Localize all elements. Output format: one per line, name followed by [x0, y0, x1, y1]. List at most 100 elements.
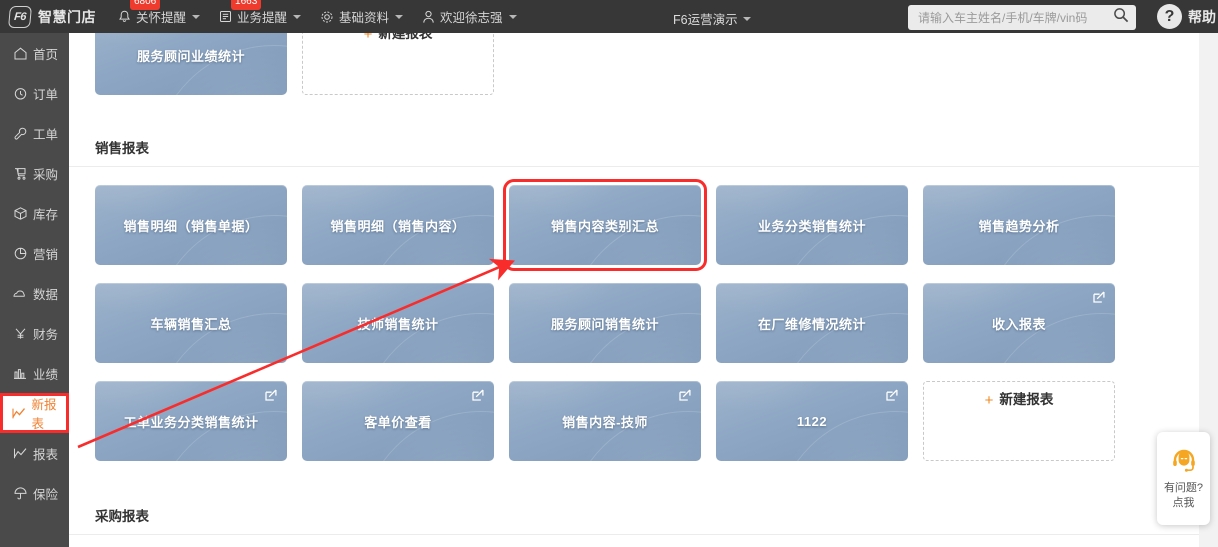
badge-count: 6806: [130, 0, 161, 10]
sidebar-item-finance[interactable]: 财务: [0, 313, 69, 353]
cart-icon: [11, 166, 29, 181]
edit-icon[interactable]: [471, 388, 485, 407]
edit-icon[interactable]: [678, 388, 692, 407]
card-label: 销售明细（销售内容）: [330, 218, 466, 234]
sidebar-item-insurance[interactable]: 保险: [0, 473, 69, 513]
card-label: 技师销售统计: [357, 316, 439, 332]
tenant-selector[interactable]: F6运营演示: [673, 9, 751, 28]
card-label: 服务顾问销售统计: [550, 316, 659, 332]
sidebar-item-marketing[interactable]: 营销: [0, 233, 69, 273]
yuan-icon: [11, 326, 29, 341]
sidebar-item-label: 工单: [33, 127, 59, 142]
report-card[interactable]: 销售明细（销售单据）: [95, 185, 287, 265]
sidebar-item-work-orders[interactable]: 工单: [0, 113, 69, 153]
report-card[interactable]: 收入报表: [923, 283, 1115, 363]
edit-icon[interactable]: [1092, 290, 1106, 309]
sidebar-item-home[interactable]: 首页: [0, 33, 69, 73]
new-report-card[interactable]: + 新建报表: [302, 33, 494, 95]
tenant-label: F6运营演示: [673, 13, 738, 27]
sidebar-item-label: 财务: [33, 327, 59, 342]
help-button[interactable]: ? 帮助: [1157, 4, 1216, 29]
sidebar-item-label: 采购: [33, 167, 59, 182]
card-label: 销售内容类别汇总: [550, 218, 659, 234]
search-icon[interactable]: [1113, 7, 1129, 28]
report-card[interactable]: 服务顾问销售统计: [509, 283, 701, 363]
question-mark-icon: ?: [1157, 4, 1182, 29]
bell-icon: [118, 10, 131, 24]
sidebar-item-orders[interactable]: 订单: [0, 73, 69, 113]
report-card[interactable]: 销售明细（销售内容）: [302, 185, 494, 265]
edit-icon[interactable]: [264, 388, 278, 407]
chevron-down-icon: [508, 14, 517, 19]
main-content: 服务顾问业绩统计 + 新建报表 销售报表 销售明细（销售单据） 销售明细（销售内…: [69, 33, 1199, 547]
report-card[interactable]: 车辆销售汇总: [95, 283, 287, 363]
new-report-label: 新建报表: [378, 33, 433, 41]
report-card[interactable]: 在厂维修情况统计: [716, 283, 908, 363]
sidebar-item-label: 订单: [33, 87, 59, 102]
nav-item-basic-data[interactable]: 基础资料: [320, 7, 404, 26]
report-card[interactable]: 服务顾问业绩统计: [95, 33, 287, 95]
chat-support-widget[interactable]: 有问题? 点我: [1157, 432, 1210, 525]
top-bar: F6 智慧门店 关怀提醒 6806 业务提醒 1663 基础资料 欢迎徐志强 F…: [0, 0, 1218, 33]
sidebar-item-purchase[interactable]: 采购: [0, 153, 69, 193]
sidebar-item-label: 库存: [33, 207, 59, 222]
edit-icon[interactable]: [885, 388, 899, 407]
sidebar-item-label: 保险: [33, 487, 59, 502]
section-sales-reports: 销售报表 销售明细（销售单据） 销售明细（销售内容） 销售内容类别汇总 业务分类…: [69, 137, 1199, 461]
sidebar-item-performance[interactable]: 业绩: [0, 353, 69, 393]
box-icon: [11, 206, 29, 221]
report-card[interactable]: 销售内容-技师: [509, 381, 701, 461]
app-logo[interactable]: F6 智慧门店: [8, 5, 96, 28]
pie-chart-icon: [11, 246, 29, 261]
chevron-down-icon: [742, 16, 751, 21]
app-title: 智慧门店: [38, 8, 96, 25]
card-label: 服务顾问业绩统计: [136, 48, 245, 64]
cloud-icon: [11, 286, 29, 301]
card-label: 销售趋势分析: [978, 218, 1060, 234]
card-label: 业务分类销售统计: [757, 218, 866, 234]
umbrella-icon: [11, 486, 29, 501]
help-label: 帮助: [1188, 8, 1216, 25]
plus-icon: +: [984, 392, 994, 409]
chart-icon: [11, 446, 29, 461]
report-card[interactable]: 客单价查看: [302, 381, 494, 461]
sidebar-item-label: 新报表: [31, 398, 57, 431]
card-label: 工单业务分类销售统计: [123, 414, 259, 430]
card-label: 在厂维修情况统计: [757, 316, 866, 332]
sidebar-item-data[interactable]: 数据: [0, 273, 69, 313]
nav-label: 基础资料: [339, 11, 390, 25]
nav-item-user-account[interactable]: 欢迎徐志强: [422, 7, 517, 26]
chevron-down-icon: [192, 14, 201, 19]
report-card[interactable]: 工单业务分类销售统计: [95, 381, 287, 461]
wrench-icon: [11, 126, 29, 141]
card-label: 收入报表: [991, 316, 1046, 332]
gear-icon: [320, 10, 334, 24]
card-label: 车辆销售汇总: [150, 316, 232, 332]
badge-count: 1663: [231, 0, 262, 10]
card-label: 销售内容-技师: [562, 414, 648, 430]
nav-item-business-reminder[interactable]: 业务提醒 1663: [219, 0, 302, 26]
card-row: 车辆销售汇总 技师销售统计 服务顾问销售统计 在厂维修情况统计 收入报表: [69, 283, 1199, 363]
sidebar-item-reports[interactable]: 报表: [0, 433, 69, 473]
sidebar-item-inventory[interactable]: 库存: [0, 193, 69, 233]
section-divider: [69, 534, 1199, 535]
nav-item-care-reminder[interactable]: 关怀提醒 6806: [118, 0, 201, 26]
report-card-highlighted[interactable]: 销售内容类别汇总: [503, 179, 707, 271]
card-label: 销售明细（销售单据）: [123, 218, 259, 234]
report-card[interactable]: 销售趋势分析: [923, 185, 1115, 265]
section-purchase-reports: 采购报表: [69, 505, 1199, 535]
line-chart-icon: [11, 406, 28, 421]
search-input[interactable]: [918, 10, 1113, 25]
sidebar-item-new-reports[interactable]: 新报表: [0, 393, 69, 433]
report-card[interactable]: 1122: [716, 381, 908, 461]
headset-agent-icon: [1169, 446, 1199, 481]
sidebar-item-label: 报表: [33, 447, 59, 462]
report-card[interactable]: 技师销售统计: [302, 283, 494, 363]
report-card[interactable]: 业务分类销售统计: [716, 185, 908, 265]
global-search[interactable]: [908, 5, 1136, 30]
card-row: 销售明细（销售单据） 销售明细（销售内容） 销售内容类别汇总 业务分类销售统计 …: [69, 179, 1199, 271]
card-row: 工单业务分类销售统计 客单价查看 销售内容-技师 1122 + 新建报表: [69, 381, 1199, 461]
nav-label: 欢迎徐志强: [440, 11, 503, 25]
new-report-card[interactable]: + 新建报表: [923, 381, 1115, 461]
section-divider: [69, 166, 1199, 167]
